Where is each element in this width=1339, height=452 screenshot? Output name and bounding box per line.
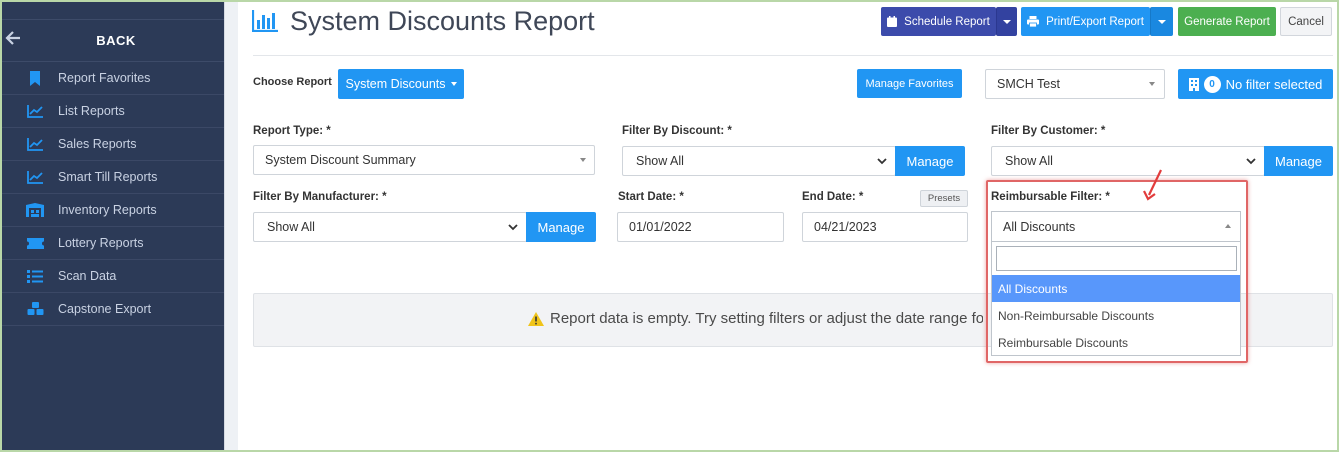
caret-down-icon [1157, 19, 1166, 24]
line-chart-icon [26, 169, 44, 185]
sidebar-item-inventory-reports[interactable]: Inventory Reports [2, 194, 224, 227]
sidebar-item-label: Smart Till Reports [58, 170, 158, 184]
sidebar-item-label: List Reports [58, 104, 125, 118]
store-select-value: SMCH Test [997, 77, 1060, 91]
sidebar-item-list-reports[interactable]: List Reports [2, 95, 224, 128]
list-icon [26, 268, 44, 284]
caret-down-icon [450, 82, 457, 86]
discount-filter-label: Filter By Discount: * [622, 125, 732, 137]
start-date-value: 01/01/2022 [629, 220, 692, 234]
sidebar-item-label: Scan Data [58, 269, 117, 283]
chevron-down-icon [508, 224, 518, 231]
end-date-input[interactable]: 04/21/2023 [802, 212, 968, 242]
sidebar-item-capstone-export[interactable]: Capstone Export [2, 293, 224, 326]
chevron-down-icon [877, 158, 887, 165]
sidebar-item-label: Capstone Export [58, 302, 152, 316]
customer-filter-value: Show All [1005, 154, 1053, 168]
manufacturer-manage-button[interactable]: Manage [526, 212, 596, 242]
highlight-box [986, 180, 1248, 363]
cancel-button[interactable]: Cancel [1280, 7, 1332, 36]
end-date-value: 04/21/2023 [814, 220, 877, 234]
calendar-icon [887, 16, 898, 27]
back-arrow-icon [5, 31, 20, 45]
manufacturer-filter-select[interactable]: Show All [253, 212, 527, 242]
bar-chart-icon [252, 10, 278, 32]
print-export-dropdown-toggle[interactable] [1150, 7, 1173, 36]
bookmark-icon [26, 70, 44, 86]
ticket-icon [26, 235, 44, 251]
sidebar-item-label: Sales Reports [58, 137, 137, 151]
print-export-label: Print/Export Report [1046, 15, 1144, 28]
caret-down-icon [1149, 82, 1155, 86]
chevron-down-icon [1246, 158, 1256, 165]
cubes-icon [26, 301, 44, 317]
caret-down-icon [1002, 19, 1011, 24]
customer-filter-label: Filter By Customer: * [991, 125, 1106, 137]
choose-report-dropdown[interactable]: System Discounts [338, 69, 464, 99]
sidebar-edge [224, 0, 238, 452]
report-type-label: Report Type: * [253, 125, 331, 137]
caret-down-icon [580, 158, 586, 162]
discount-filter-select[interactable]: Show All [622, 146, 896, 176]
header-divider [253, 55, 1333, 56]
sidebar-item-smart-till-reports[interactable]: Smart Till Reports [2, 161, 224, 194]
start-date-input[interactable]: 01/01/2022 [617, 212, 784, 242]
customer-manage-button[interactable]: Manage [1264, 146, 1333, 176]
generate-report-button[interactable]: Generate Report [1178, 7, 1276, 36]
printer-icon [1027, 16, 1040, 27]
page-title: System Discounts Report [290, 6, 595, 36]
print-export-button[interactable]: Print/Export Report [1021, 7, 1150, 36]
report-type-value: System Discount Summary [265, 153, 416, 167]
back-button[interactable]: BACK [2, 20, 224, 62]
annotation-arrow-icon [1143, 169, 1162, 201]
empty-state-text: Report data is empty. Try setting filter… [550, 310, 983, 327]
schedule-report-label: Schedule Report [904, 15, 990, 28]
store-select[interactable]: SMCH Test [985, 69, 1165, 99]
building-icon [1188, 77, 1199, 91]
schedule-report-button[interactable]: Schedule Report [881, 7, 996, 36]
sidebar-item-label: Report Favorites [58, 71, 151, 85]
sidebar-top-spacer [2, 0, 224, 20]
choose-report-label: Choose Report [253, 76, 332, 88]
sidebar-item-label: Lottery Reports [58, 236, 144, 250]
presets-button[interactable]: Presets [920, 190, 968, 207]
sidebar-item-label: Inventory Reports [58, 203, 157, 217]
back-label: BACK [96, 33, 136, 48]
filter-status-button[interactable]: 0 No filter selected [1178, 69, 1333, 99]
discount-filter-value: Show All [636, 154, 684, 168]
choose-report-value: System Discounts [345, 77, 446, 91]
report-type-select[interactable]: System Discount Summary [253, 145, 595, 175]
schedule-report-dropdown-toggle[interactable] [996, 7, 1017, 36]
sidebar-item-lottery-reports[interactable]: Lottery Reports [2, 227, 224, 260]
manufacturer-filter-label: Filter By Manufacturer: * [253, 191, 387, 203]
sidebar-item-report-favorites[interactable]: Report Favorites [2, 62, 224, 95]
customer-filter-select[interactable]: Show All [991, 146, 1265, 176]
warning-icon [528, 311, 544, 326]
manufacturer-filter-value: Show All [267, 220, 315, 234]
line-chart-icon [26, 136, 44, 152]
filter-status-label: No filter selected [1225, 76, 1323, 92]
warehouse-icon [26, 202, 44, 218]
discount-manage-button[interactable]: Manage [895, 146, 965, 176]
sidebar-item-scan-data[interactable]: Scan Data [2, 260, 224, 293]
empty-state-message: Report data is empty. Try setting filter… [528, 310, 983, 327]
manage-favorites-button[interactable]: Manage Favorites [857, 69, 962, 98]
filter-count-badge: 0 [1203, 75, 1221, 93]
sidebar-item-sales-reports[interactable]: Sales Reports [2, 128, 224, 161]
end-date-label: End Date: * [802, 191, 864, 203]
sidebar: BACK Report Favorites List Reports Sales… [2, 0, 224, 452]
start-date-label: Start Date: * [618, 191, 684, 203]
line-chart-icon [26, 103, 44, 119]
